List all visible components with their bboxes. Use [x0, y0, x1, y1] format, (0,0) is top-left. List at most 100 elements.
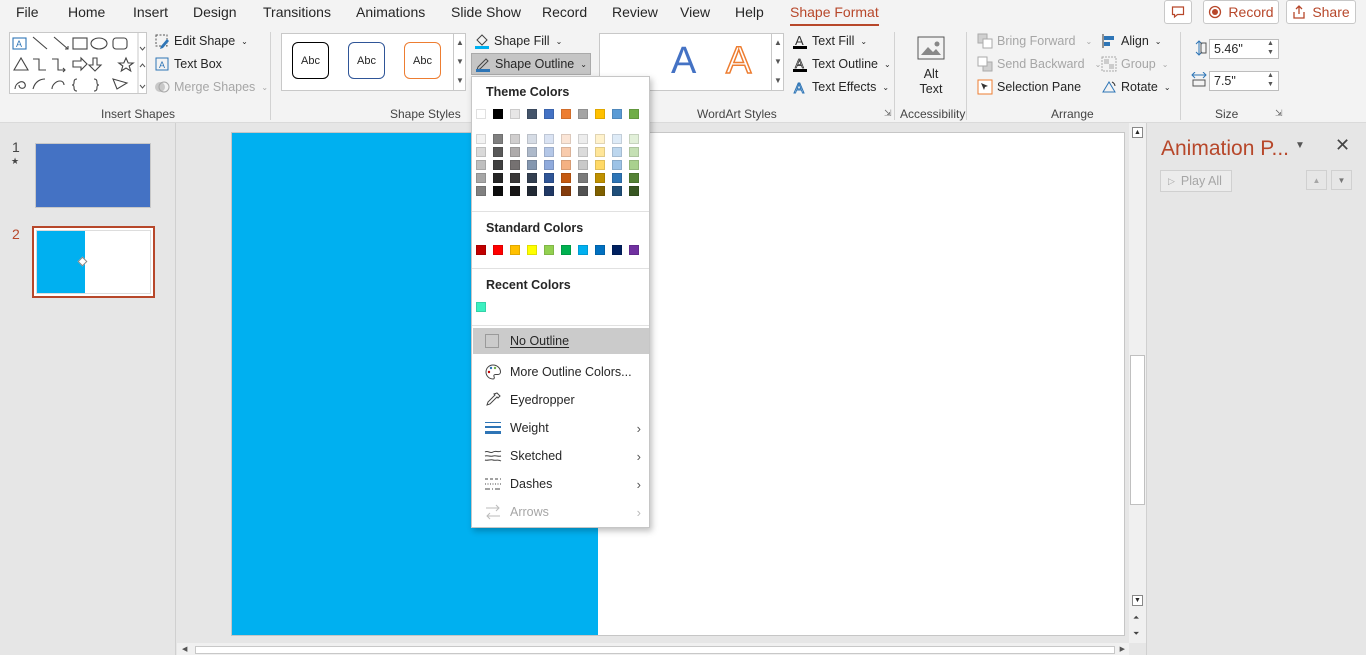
theme-color-swatch[interactable] [527, 109, 537, 119]
theme-shade-swatch[interactable] [493, 147, 503, 157]
shape-style-blue[interactable]: Abc [348, 42, 385, 79]
wordart-style-orange[interactable]: A [725, 39, 752, 83]
more-outline-colors-item[interactable]: More Outline Colors... [473, 359, 649, 385]
wordart-style-blue[interactable]: A [671, 40, 696, 83]
theme-shade-swatch[interactable] [578, 160, 588, 170]
theme-shade-swatch[interactable] [476, 186, 486, 196]
theme-color-swatch[interactable] [510, 109, 520, 119]
pane-options-chevron-icon[interactable]: ▼ [1295, 140, 1305, 151]
theme-shade-swatch[interactable] [527, 186, 537, 196]
prev-slide-icon[interactable]: ⏶ [1133, 613, 1139, 623]
close-icon[interactable]: ✕ [1335, 135, 1350, 156]
text-box-button[interactable]: A Text Box [154, 56, 222, 72]
recent-color-swatch[interactable] [476, 302, 486, 312]
theme-shade-swatch[interactable] [510, 147, 520, 157]
theme-shade-swatch[interactable] [612, 134, 622, 144]
theme-shade-swatch[interactable] [595, 134, 605, 144]
align-button[interactable]: Align ⌄ [1101, 33, 1162, 49]
tab-view[interactable]: View [680, 4, 710, 20]
tab-insert[interactable]: Insert [133, 4, 168, 20]
scroll-thumb[interactable] [1130, 355, 1145, 505]
theme-shade-swatch[interactable] [612, 160, 622, 170]
tab-animations[interactable]: Animations [356, 4, 425, 20]
text-outline-button[interactable]: A Text Outline ⌄ [792, 56, 891, 72]
shape-height-spinner[interactable]: ▲ ▼ [1267, 39, 1274, 57]
horizontal-scrollbar[interactable]: ◀ ▶ [177, 643, 1129, 655]
theme-shade-swatch[interactable] [476, 160, 486, 170]
tab-shape-format[interactable]: Shape Format [790, 4, 879, 26]
record-button[interactable]: Record [1203, 0, 1279, 24]
theme-shade-swatch[interactable] [629, 134, 639, 144]
standard-color-swatch[interactable] [476, 245, 486, 255]
theme-shade-swatch[interactable] [578, 173, 588, 183]
theme-shade-swatch[interactable] [544, 147, 554, 157]
standard-color-swatch[interactable] [544, 245, 554, 255]
share-button[interactable]: Share [1286, 0, 1356, 24]
theme-shade-swatch[interactable] [612, 173, 622, 183]
tab-file[interactable]: File [16, 4, 39, 20]
standard-color-swatch[interactable] [629, 245, 639, 255]
theme-shade-swatch[interactable] [544, 173, 554, 183]
theme-color-swatch[interactable] [544, 109, 554, 119]
rotate-button[interactable]: Rotate ⌄ [1101, 79, 1171, 95]
theme-shade-swatch[interactable] [578, 186, 588, 196]
comments-button[interactable] [1164, 0, 1192, 24]
edit-shape-button[interactable]: Edit Shape ⌄ [154, 33, 248, 49]
theme-shade-swatch[interactable] [544, 160, 554, 170]
standard-color-swatch[interactable] [510, 245, 520, 255]
shape-style-black[interactable]: Abc [292, 42, 329, 79]
shape-fill-button[interactable]: Shape Fill ⌄ [474, 33, 562, 49]
standard-color-swatch[interactable] [527, 245, 537, 255]
theme-shade-swatch[interactable] [510, 186, 520, 196]
theme-shade-swatch[interactable] [527, 160, 537, 170]
standard-color-swatch[interactable] [578, 245, 588, 255]
theme-shade-swatch[interactable] [561, 186, 571, 196]
theme-color-swatch[interactable] [578, 109, 588, 119]
standard-color-swatch[interactable] [493, 245, 503, 255]
sketched-item[interactable]: Sketched › [473, 443, 649, 469]
tab-home[interactable]: Home [68, 4, 105, 20]
dialog-launcher-icon[interactable]: ⇲ [884, 108, 892, 119]
scroll-down-arrow[interactable]: ▼ [1132, 595, 1143, 606]
theme-shade-swatch[interactable] [493, 173, 503, 183]
selection-pane-button[interactable]: Selection Pane [977, 79, 1081, 95]
theme-shade-swatch[interactable] [476, 147, 486, 157]
standard-color-swatch[interactable] [561, 245, 571, 255]
merge-shapes-button[interactable]: Merge Shapes ⌄ [154, 79, 268, 95]
bring-forward-button[interactable]: Bring Forward ⌄ [977, 33, 1092, 49]
theme-shade-swatch[interactable] [493, 134, 503, 144]
theme-shade-swatch[interactable] [527, 134, 537, 144]
hscroll-left-arrow[interactable]: ◀ [182, 645, 187, 653]
theme-shade-swatch[interactable] [510, 160, 520, 170]
size-dialog-launcher-icon[interactable]: ⇲ [1275, 108, 1283, 119]
eyedropper-item[interactable]: Eyedropper [473, 387, 649, 413]
theme-shade-swatch[interactable] [629, 147, 639, 157]
move-up-button[interactable]: ▲ [1306, 170, 1327, 190]
theme-shade-swatch[interactable] [561, 134, 571, 144]
theme-shade-swatch[interactable] [476, 134, 486, 144]
wordart-scroll[interactable]: ▲ ▼ ▼ [771, 33, 784, 91]
tab-review[interactable]: Review [612, 4, 658, 20]
theme-color-swatch[interactable] [561, 109, 571, 119]
hscroll-thumb[interactable] [195, 646, 1115, 654]
theme-shade-swatch[interactable] [527, 147, 537, 157]
tab-record[interactable]: Record [542, 4, 587, 20]
shape-styles-scroll[interactable]: ▲ ▼ ▼ [453, 33, 466, 91]
text-fill-button[interactable]: A Text Fill ⌄ [792, 33, 867, 49]
theme-shade-swatch[interactable] [629, 160, 639, 170]
theme-shade-swatch[interactable] [561, 160, 571, 170]
shape-style-orange[interactable]: Abc [404, 42, 441, 79]
theme-shade-swatch[interactable] [578, 147, 588, 157]
theme-shade-swatch[interactable] [476, 173, 486, 183]
theme-shade-swatch[interactable] [510, 173, 520, 183]
theme-shade-swatch[interactable] [612, 186, 622, 196]
play-all-button[interactable]: ▷ Play All [1160, 170, 1232, 192]
theme-shade-swatch[interactable] [629, 173, 639, 183]
scroll-up-arrow[interactable]: ▲ [1132, 127, 1143, 138]
theme-shade-swatch[interactable] [527, 173, 537, 183]
standard-color-swatch[interactable] [612, 245, 622, 255]
theme-color-swatch[interactable] [493, 109, 503, 119]
theme-shade-swatch[interactable] [493, 160, 503, 170]
theme-shade-swatch[interactable] [629, 186, 639, 196]
theme-shade-swatch[interactable] [595, 186, 605, 196]
